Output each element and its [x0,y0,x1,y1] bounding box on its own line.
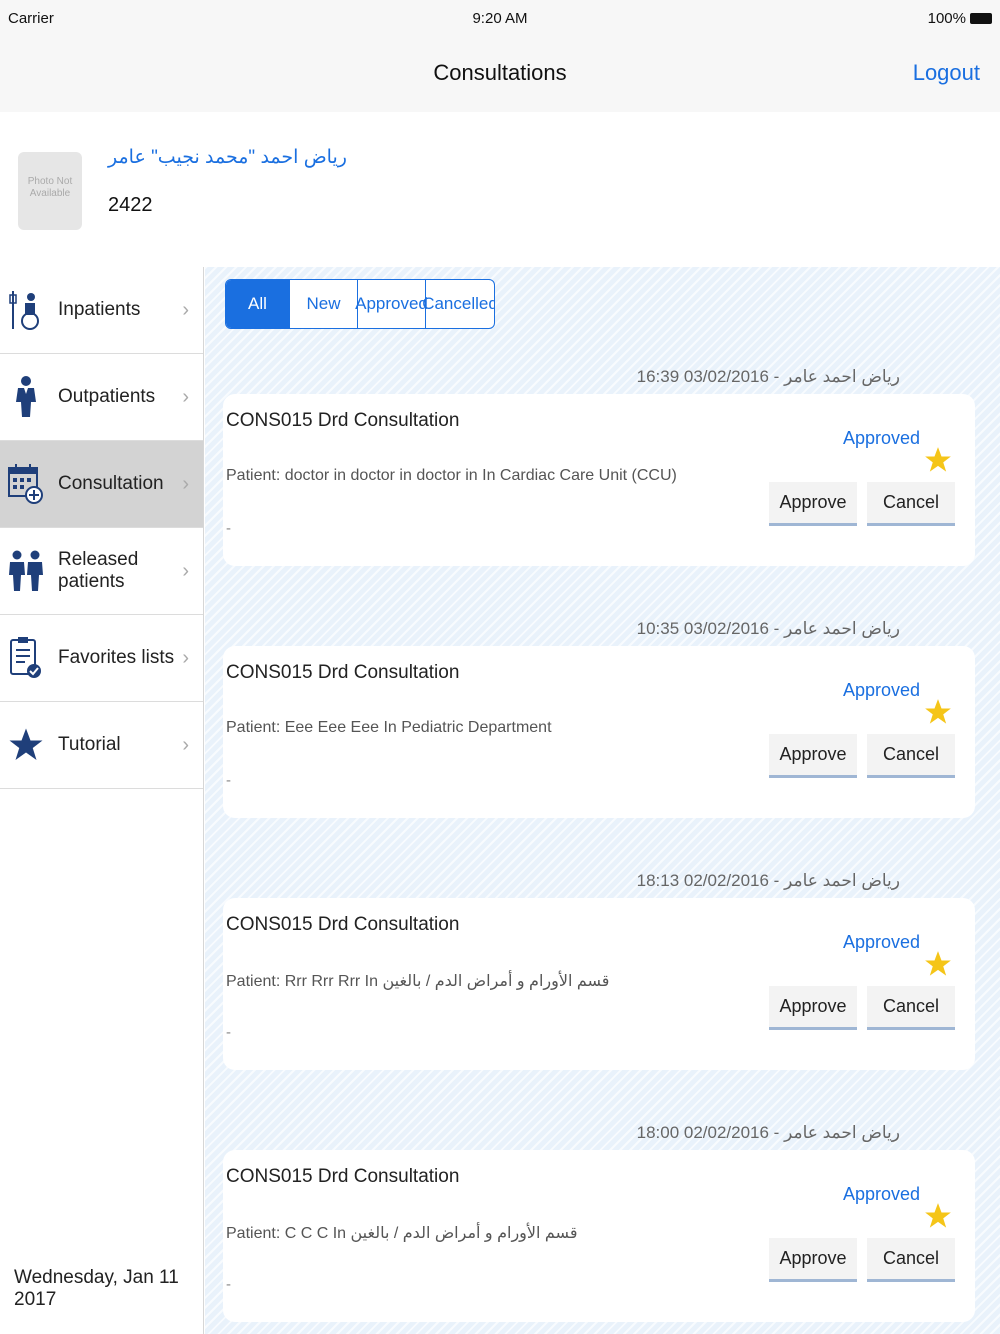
chevron-right-icon: › [182,734,189,756]
status-badge: Approved [843,1184,921,1204]
approve-button[interactable]: Approve [769,734,857,778]
checklist-icon [8,637,44,678]
sidebar-item-label: Favorites lists [58,647,175,668]
filter-segmented-control: All New Approved Cancelled [225,279,495,329]
sidebar: Inpatients › Outpatients › Consultation … [0,267,204,1334]
consultation-card[interactable]: CONS015 Drd Consultation Patient: doctor… [223,394,975,566]
consultation-note: - [226,772,231,789]
favorite-star-icon[interactable] [924,446,952,474]
battery-icon [970,13,992,24]
consultation-title: CONS015 Drd Consultation [226,914,460,935]
filter-tab-cancelled[interactable]: Cancelled [422,280,494,328]
cancel-button[interactable]: Cancel [867,1238,955,1282]
consultation-patient: Patient: C C C In قسم الأورام و أمراض ال… [226,1225,578,1242]
consultation-patient: Patient: doctor in doctor in doctor in I… [226,467,677,484]
consultation-note: - [226,520,231,537]
consultation-title: CONS015 Drd Consultation [226,1166,460,1187]
logout-button[interactable]: Logout [913,60,980,86]
doctor-name: رياض احمد "محمد نجيب" عامر [108,147,347,168]
avatar: Photo Not Available [18,152,82,230]
consultation-card[interactable]: CONS015 Drd Consultation Patient: C C C … [223,1150,975,1322]
chevron-right-icon: › [182,560,189,582]
consultations-list[interactable]: All New Approved Cancelled 16:39 03/02/2… [205,267,1000,1334]
cancel-button[interactable]: Cancel [867,986,955,1030]
consultation-meta: 16:39 03/02/2016 - رياض احمد عامر [636,367,900,386]
star-icon [8,725,44,765]
current-date: Wednesday, Jan 11 2017 [14,1267,179,1310]
cancel-button[interactable]: Cancel [867,482,955,526]
favorite-star-icon[interactable] [924,950,952,978]
chevron-right-icon: › [182,647,189,669]
calendar-add-icon [8,464,44,504]
consultation-title: CONS015 Drd Consultation [226,410,460,431]
filter-tab-new[interactable]: New [290,280,358,328]
sidebar-item-label: Outpatients [58,386,156,407]
consultation-meta: 18:13 02/02/2016 - رياض احمد عامر [636,871,900,890]
status-badge: Approved [843,680,921,700]
sidebar-item-consultation[interactable]: Consultation › [0,441,203,528]
sidebar-item-label: Released patients [58,549,139,592]
released-patients-icon [8,550,44,591]
favorite-star-icon[interactable] [924,1202,952,1230]
doctor-id: 2422 [108,194,153,216]
consultation-card[interactable]: CONS015 Drd Consultation Patient: Eee Ee… [223,646,975,818]
approve-button[interactable]: Approve [769,1238,857,1282]
clock: 9:20 AM [472,10,528,27]
consultation-note: - [226,1276,231,1293]
cancel-button[interactable]: Cancel [867,734,955,778]
filter-tab-all[interactable]: All [226,280,290,328]
sidebar-item-favorites-lists[interactable]: Favorites lists › [0,615,203,702]
sidebar-item-outpatients[interactable]: Outpatients › [0,354,203,441]
approve-button[interactable]: Approve [769,482,857,526]
navigation-bar: Consultations Logout [0,38,1000,112]
status-badge: Approved [843,428,921,448]
chevron-right-icon: › [182,473,189,495]
chevron-right-icon: › [182,299,189,321]
consultation-meta: 10:35 03/02/2016 - رياض احمد عامر [636,619,900,638]
status-badge: Approved [843,932,921,952]
chevron-right-icon: › [182,386,189,408]
sidebar-item-released-patients[interactable]: Released patients › [0,528,203,615]
sidebar-item-label: Inpatients [58,299,141,320]
status-bar: Carrier 9:20 AM 100% [0,0,1000,38]
doctor-profile: Photo Not Available رياض احمد "محمد نجيب… [0,112,1000,267]
sidebar-item-label: Tutorial [58,734,121,755]
battery-percent: 100% [927,10,966,27]
filter-tab-approved[interactable]: Approved [355,280,428,328]
inpatient-icon [8,290,44,330]
approve-button[interactable]: Approve [769,986,857,1030]
consultation-meta: 18:00 02/02/2016 - رياض احمد عامر [636,1123,900,1142]
consultation-patient: Patient: Eee Eee Eee In Pediatric Depart… [226,719,552,736]
consultation-note: - [226,1024,231,1041]
consultation-patient: Patient: Rrr Rrr Rrr In قسم الأورام و أم… [226,973,610,990]
outpatient-icon [8,376,44,417]
page-title: Consultations [433,60,567,85]
consultation-card[interactable]: CONS015 Drd Consultation Patient: Rrr Rr… [223,898,975,1070]
sidebar-item-tutorial[interactable]: Tutorial › [0,702,203,789]
sidebar-item-inpatients[interactable]: Inpatients › [0,267,203,354]
consultation-title: CONS015 Drd Consultation [226,662,460,683]
battery-indicator: 100% [928,10,992,27]
favorite-star-icon[interactable] [924,698,952,726]
sidebar-item-label: Consultation [58,473,164,494]
